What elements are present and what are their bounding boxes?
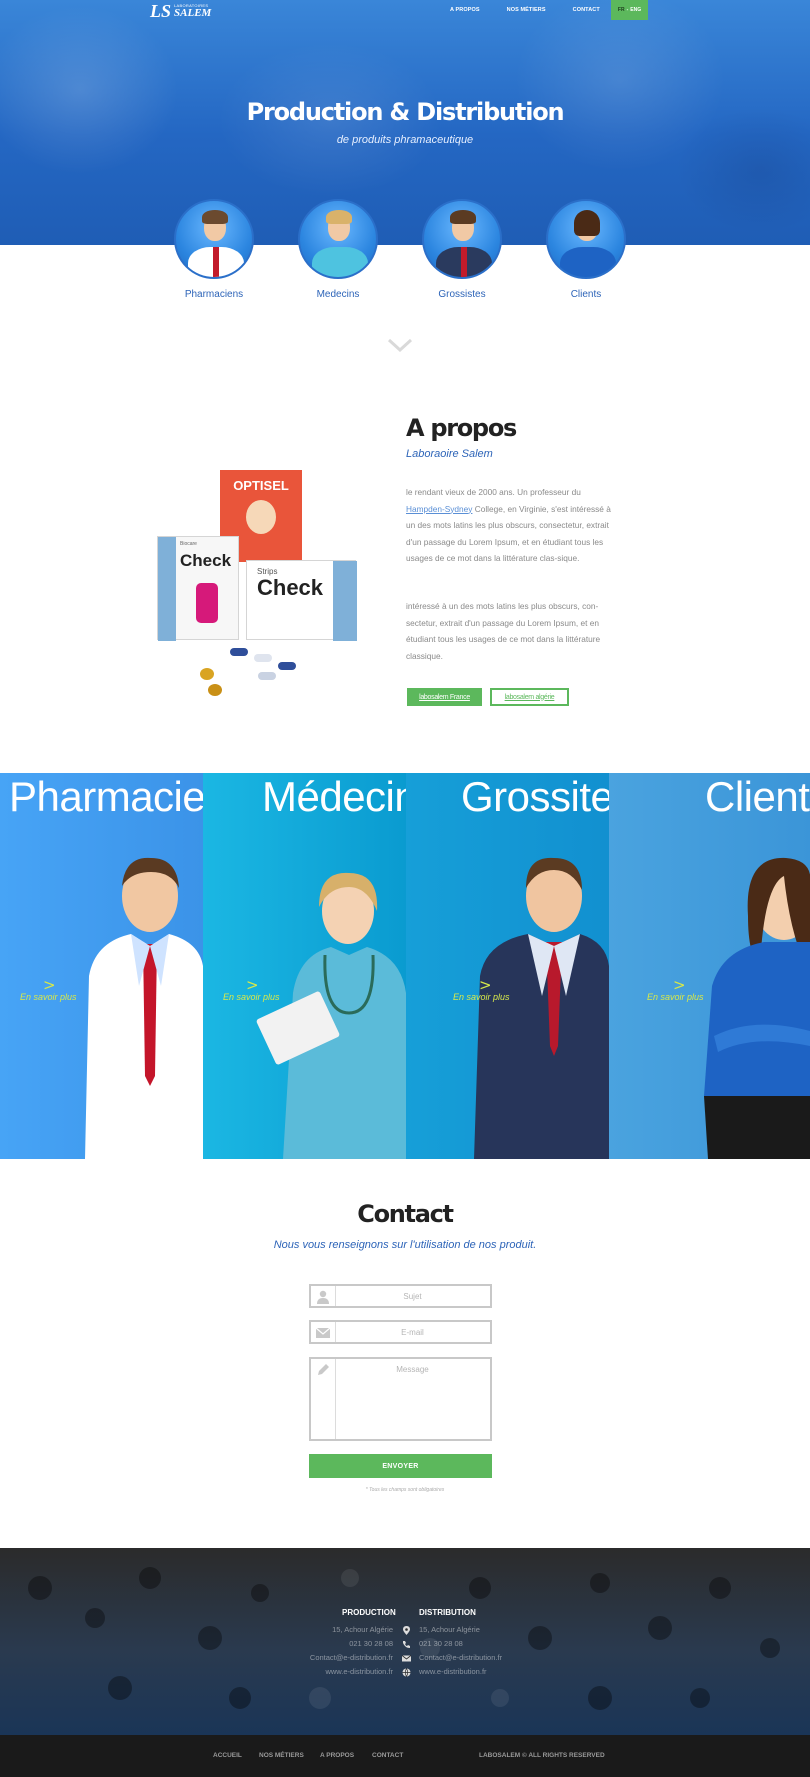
hero-subtitle: de produits phramaceutique bbox=[336, 134, 474, 146]
email-input[interactable] bbox=[339, 1322, 486, 1343]
about-paragraph-2: intéressé à un des mots latins les plus … bbox=[406, 601, 601, 661]
medecin-avatar bbox=[298, 199, 378, 279]
pharmacien-photo bbox=[85, 857, 203, 1159]
bottom-bar: ACCUEIL NOS MÉTIERS A PROPOS CONTACT LAB… bbox=[0, 1735, 810, 1777]
language-switch: FR - ENG bbox=[611, 0, 648, 20]
production-address: 15, Achour Algérie bbox=[332, 1625, 393, 1634]
contact-subtitle: Nous vous renseignons sur l'utilisation … bbox=[273, 1239, 537, 1251]
medecin-photo bbox=[256, 872, 406, 1159]
email-field bbox=[309, 1320, 492, 1344]
panel-title: Pharmaciens bbox=[9, 773, 203, 820]
distribution-email[interactable]: Contact@e-distribution.fr bbox=[419, 1653, 502, 1662]
footer-nav-contact[interactable]: CONTACT bbox=[372, 1752, 403, 1759]
en-savoir-plus-link[interactable]: En savoir plus bbox=[453, 992, 510, 1002]
category-label: Medecins bbox=[316, 289, 360, 300]
category-grossistes[interactable]: Grossistes bbox=[420, 199, 504, 300]
panel-clients[interactable]: Clients > En savoir plus bbox=[609, 773, 810, 1159]
user-icon bbox=[317, 1290, 329, 1304]
grossiste-photo bbox=[474, 857, 609, 1159]
distribution-title: DISTRIBUTION bbox=[419, 1608, 476, 1617]
about-paragraph-1: le rendant vieux de 2000 ans. Un profess… bbox=[406, 487, 611, 563]
footer: PRODUCTION DISTRIBUTION 15, Achour Algér… bbox=[0, 1548, 810, 1735]
category-label: Grossistes bbox=[438, 289, 486, 300]
production-title: PRODUCTION bbox=[342, 1608, 396, 1617]
panel-grossites[interactable]: Grossites > En savoir plus bbox=[406, 773, 609, 1159]
category-label: Clients bbox=[570, 289, 602, 300]
footer-nav-nos-metiers[interactable]: NOS MÉTIERS bbox=[259, 1752, 304, 1759]
labosalem-france-button[interactable]: labosalem France bbox=[407, 688, 482, 706]
envelope-icon bbox=[315, 1327, 331, 1338]
product-image: OPTISEL Biocare Check Strips Check bbox=[150, 470, 370, 710]
contact-title: Contact bbox=[357, 1200, 454, 1228]
hero-section: LS LABORATOIRES SALEM A PROPOS NOS MÉTIE… bbox=[0, 0, 810, 245]
pharmacien-avatar bbox=[174, 199, 254, 279]
nav-nos-metiers[interactable]: NOS MÉTIERS bbox=[507, 7, 546, 13]
en-savoir-plus-link[interactable]: En savoir plus bbox=[20, 992, 77, 1002]
about-subtitle: Laboraoire Salem bbox=[406, 448, 493, 460]
logo-mark: LS bbox=[150, 1, 172, 21]
client-photo bbox=[704, 857, 810, 1159]
panel-title: Médecins bbox=[262, 773, 406, 820]
category-label: Pharmaciens bbox=[184, 289, 244, 300]
hampden-sydney-link[interactable]: Hampden-Sydney bbox=[406, 504, 472, 514]
required-note: * Tous les champs sont obligatoires bbox=[365, 1487, 445, 1493]
distribution-web[interactable]: www.e-distribution.fr bbox=[419, 1667, 487, 1676]
production-email[interactable]: Contact@e-distribution.fr bbox=[310, 1653, 393, 1662]
distribution-address: 15, Achour Algérie bbox=[419, 1625, 480, 1634]
category-clients[interactable]: Clients bbox=[544, 199, 628, 300]
message-input[interactable] bbox=[339, 1359, 486, 1437]
logo-bottom-text: SALEM bbox=[174, 6, 212, 19]
pencil-icon bbox=[318, 1364, 329, 1375]
location-pin-icon bbox=[403, 1626, 410, 1635]
en-savoir-plus-link[interactable]: En savoir plus bbox=[647, 992, 704, 1002]
envelope-icon bbox=[402, 1655, 411, 1662]
footer-nav-accueil[interactable]: ACCUEIL bbox=[213, 1752, 242, 1759]
globe-icon bbox=[402, 1668, 411, 1677]
hero-title: Production & Distribution bbox=[246, 98, 565, 126]
category-pharmaciens[interactable]: Pharmaciens bbox=[172, 199, 256, 300]
lang-eng[interactable]: ENG bbox=[630, 7, 641, 13]
message-field bbox=[309, 1357, 492, 1441]
subject-field bbox=[309, 1284, 492, 1308]
distribution-phone: 021 30 28 08 bbox=[419, 1639, 463, 1648]
check-box: Biocare Check bbox=[157, 536, 239, 641]
send-button[interactable]: ENVOYER bbox=[309, 1454, 492, 1478]
nav-a-propos[interactable]: A PROPOS bbox=[450, 7, 480, 13]
phone-icon bbox=[403, 1641, 410, 1648]
main-nav: A PROPOS NOS MÉTIERS CONTACT bbox=[450, 0, 627, 20]
production-phone: 021 30 28 08 bbox=[349, 1639, 393, 1648]
chevron-down-icon[interactable] bbox=[387, 338, 413, 352]
production-web[interactable]: www.e-distribution.fr bbox=[325, 1667, 393, 1676]
copyright: LABOSALEM © ALL RIGHTS RESERVED bbox=[479, 1752, 605, 1759]
strips-box: Strips Check bbox=[246, 560, 357, 641]
nav-contact[interactable]: CONTACT bbox=[573, 7, 600, 13]
logo[interactable]: LS LABORATOIRES SALEM bbox=[150, 1, 212, 21]
panel-title: Clients bbox=[705, 773, 810, 820]
category-medecins[interactable]: Medecins bbox=[296, 199, 380, 300]
panel-title: Grossites bbox=[461, 773, 609, 820]
panel-medecins[interactable]: Médecins > En savoir plus bbox=[203, 773, 406, 1159]
grossiste-avatar bbox=[422, 199, 502, 279]
lang-separator: - bbox=[626, 7, 629, 13]
subject-input[interactable] bbox=[339, 1286, 486, 1307]
client-avatar bbox=[546, 199, 626, 279]
about-title: A propos bbox=[406, 414, 517, 442]
lang-fr[interactable]: FR bbox=[618, 7, 625, 13]
footer-nav-a-propos[interactable]: A PROPOS bbox=[320, 1752, 354, 1759]
labosalem-algerie-button[interactable]: labosalem algérie bbox=[490, 688, 569, 706]
en-savoir-plus-link[interactable]: En savoir plus bbox=[223, 992, 280, 1002]
panel-pharmaciens[interactable]: Pharmaciens > En savoir plus bbox=[0, 773, 203, 1159]
